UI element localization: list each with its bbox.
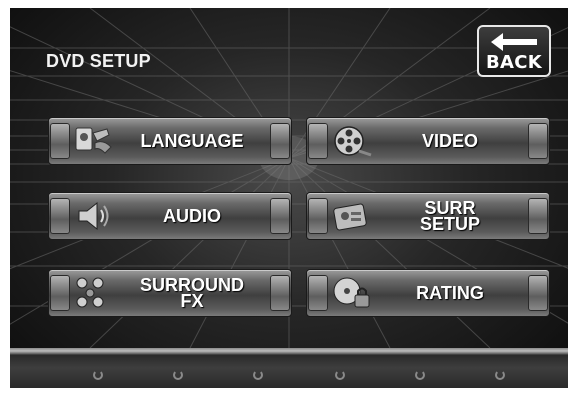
footer-ornament-icon <box>495 370 505 380</box>
back-button-label: BACK <box>485 52 542 73</box>
footer-ornament-icon <box>415 370 425 380</box>
footer-ornament-icon <box>173 370 183 380</box>
dvd-setup-screen: DVD SETUP BACK LANGUAGE VIDEO AUDIO SURR… <box>10 8 568 388</box>
rating-label: RATING <box>416 283 484 303</box>
language-label: LANGUAGE <box>140 131 244 151</box>
footer-ornament-icon <box>335 370 345 380</box>
surr-setup-label: SURR SETUP <box>419 198 480 234</box>
language-button[interactable]: LANGUAGE <box>48 117 292 165</box>
surround-setup-icon <box>333 203 367 231</box>
speaker-icon <box>78 201 109 231</box>
rating-button[interactable]: RATING <box>306 269 550 317</box>
disc-lock-icon <box>333 277 370 308</box>
surr-setup-button[interactable]: SURR SETUP <box>306 192 550 240</box>
video-label: VIDEO <box>421 131 478 151</box>
surround-speakers-icon <box>76 277 104 308</box>
page-title: DVD SETUP <box>46 51 151 71</box>
language-icon <box>75 127 112 154</box>
audio-label: AUDIO <box>163 206 221 226</box>
footer-ornament-icon <box>253 370 263 380</box>
video-button[interactable]: VIDEO <box>306 117 550 165</box>
footer-bar <box>10 348 568 388</box>
footer-ornament-icon <box>93 370 103 380</box>
surround-fx-button[interactable]: SURROUND FX <box>48 269 292 317</box>
back-button[interactable]: BACK <box>477 25 551 77</box>
film-reel-icon <box>334 126 372 157</box>
audio-button[interactable]: AUDIO <box>48 192 292 240</box>
surround-fx-label: SURROUND FX <box>139 275 244 311</box>
